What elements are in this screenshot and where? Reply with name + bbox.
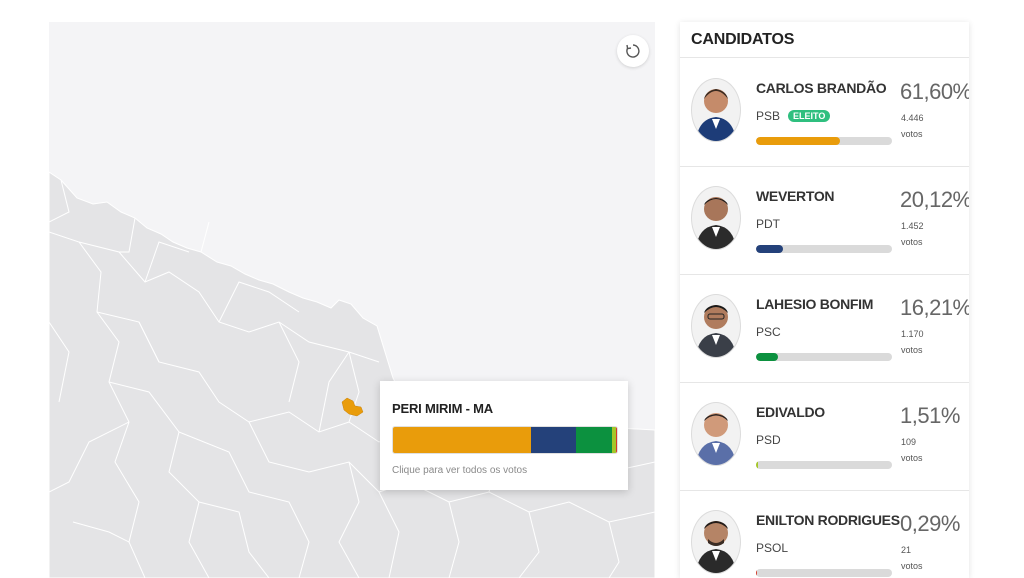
candidate-party: PSB ELEITO <box>756 109 831 123</box>
votes-count: 1.170 <box>901 329 924 339</box>
vote-share-segment <box>615 427 617 453</box>
candidate-name: EDIVALDO <box>756 404 825 420</box>
candidate-avatar <box>691 186 741 250</box>
votes-label: votos <box>901 237 923 247</box>
candidate-party: PSC <box>756 325 781 339</box>
vote-share-segment <box>530 427 577 453</box>
candidates-header: CANDIDATOS <box>680 22 969 58</box>
vote-share-segment <box>576 427 613 453</box>
candidate-avatar <box>691 510 741 574</box>
candidate-percent: 16,21% <box>900 295 969 320</box>
candidate-party: PSD <box>756 433 781 447</box>
votes-count: 109 <box>901 437 917 447</box>
votes-label: votos <box>901 453 923 463</box>
party-label: PSB <box>756 109 781 123</box>
candidates-panel: CANDIDATOS CARLOS BRANDÃO PSB ELEITO 61,6… <box>680 22 969 578</box>
reset-map-button[interactable] <box>617 35 649 67</box>
votes-count: 1.452 <box>901 221 924 231</box>
candidate-votes: 1.452 votos <box>901 218 924 250</box>
candidate-votes: 4.446 votos <box>901 110 924 142</box>
candidate-card[interactable]: CARLOS BRANDÃO PSB ELEITO 61,60% 4.446 vot… <box>680 59 969 167</box>
candidate-votes: 109 votos <box>901 434 923 466</box>
vote-share-bar <box>392 426 618 454</box>
candidate-votes: 21 votos <box>901 542 923 574</box>
candidate-vote-bar <box>756 245 892 253</box>
municipality-name: PERI MIRIM - MA <box>392 401 493 416</box>
candidate-vote-bar <box>756 461 892 469</box>
candidate-card[interactable]: EDIVALDO PSD 1,51% 109 votos <box>680 383 969 491</box>
votes-count: 4.446 <box>901 113 924 123</box>
candidate-card[interactable]: LAHESIO BONFIM PSC 16,21% 1.170 votos <box>680 275 969 383</box>
candidate-name: LAHESIO BONFIM <box>756 296 874 312</box>
candidate-avatar <box>691 78 741 142</box>
vote-bar-fill <box>756 353 779 361</box>
votes-count: 21 <box>901 545 912 555</box>
votes-label: votos <box>901 129 923 139</box>
municipality-tooltip[interactable]: PERI MIRIM - MA Clique para ver todos os… <box>380 381 628 490</box>
candidate-votes: 1.170 votos <box>901 326 924 358</box>
tooltip-hint[interactable]: Clique para ver todos os votos <box>392 465 616 476</box>
vote-bar-fill <box>756 245 784 253</box>
candidate-party: PSOL <box>756 541 789 555</box>
candidate-name: CARLOS BRANDÃO <box>756 80 887 96</box>
vote-share-segment <box>393 427 531 453</box>
candidate-percent: 61,60% <box>900 79 969 104</box>
vote-bar-fill <box>756 461 759 469</box>
candidate-percent: 1,51% <box>900 403 960 428</box>
municipality-map[interactable] <box>49 22 655 578</box>
candidate-vote-bar <box>756 137 892 145</box>
candidate-vote-bar <box>756 569 892 577</box>
candidate-card[interactable]: WEVERTON PDT 20,12% 1.452 votos <box>680 167 969 275</box>
votes-label: votos <box>901 345 923 355</box>
refresh-icon <box>626 44 640 58</box>
candidate-percent: 20,12% <box>900 187 969 212</box>
candidate-avatar <box>691 402 741 466</box>
candidate-percent: 0,29% <box>900 511 960 536</box>
candidate-name: ENILTON RODRIGUES <box>756 512 900 528</box>
vote-bar-fill <box>756 137 840 145</box>
candidate-name: WEVERTON <box>756 188 835 204</box>
candidate-card[interactable]: ENILTON RODRIGUES PSOL 0,29% 21 votos <box>680 491 969 578</box>
state-map[interactable] <box>49 22 655 578</box>
candidate-avatar <box>691 294 741 358</box>
elected-badge: ELEITO <box>788 110 831 122</box>
candidate-vote-bar <box>756 353 892 361</box>
votes-label: votos <box>901 561 923 571</box>
candidate-party: PDT <box>756 217 780 231</box>
